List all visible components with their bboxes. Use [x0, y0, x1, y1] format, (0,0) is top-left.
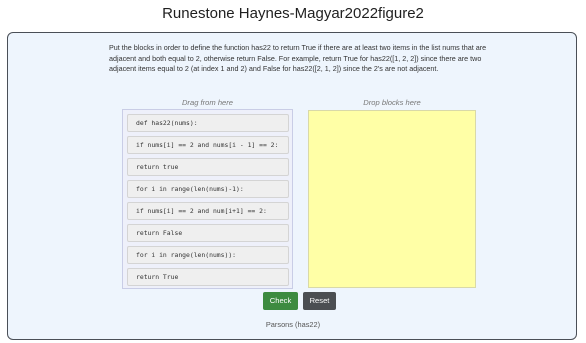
page-title: Runestone Haynes-Magyar2022figure2 — [162, 5, 424, 22]
code-block[interactable]: def has22(nums): — [127, 114, 289, 132]
code-block[interactable]: for i in range(len(nums)): — [127, 246, 289, 264]
source-column-label: Drag from here — [181, 98, 234, 107]
code-block[interactable]: return False — [127, 224, 289, 242]
reset-button[interactable]: Reset — [303, 292, 336, 310]
source-block-area[interactable]: def has22(nums): if nums[i] == 2 and num… — [122, 109, 293, 289]
problem-instructions: Put the blocks in order to define the fu… — [109, 43, 487, 74]
problem-caption: Parsons (has22) — [265, 320, 321, 329]
drop-target-area[interactable] — [308, 110, 476, 288]
code-block[interactable]: for i in range(len(nums)-1): — [127, 180, 289, 198]
code-block[interactable]: return True — [127, 268, 289, 286]
code-block[interactable]: if nums[i] == 2 and num[i+1] == 2: — [127, 202, 289, 220]
check-button[interactable]: Check — [263, 292, 298, 310]
target-column-label: Drop blocks here — [363, 98, 421, 107]
code-block[interactable]: return true — [127, 158, 289, 176]
code-block[interactable]: if nums[i] == 2 and nums[i - 1] == 2: — [127, 136, 289, 154]
